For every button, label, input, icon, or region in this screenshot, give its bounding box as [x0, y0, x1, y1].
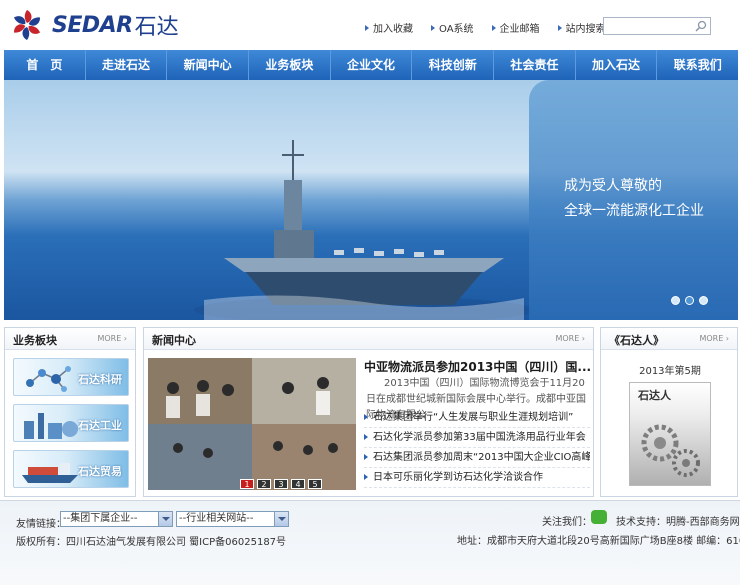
business-research-label: 石达科研 [78, 373, 122, 386]
news-item-2[interactable]: 石达化学派员参加第33届中国洗涤用品行业年会 [364, 428, 590, 448]
nav-business[interactable]: 业务板块 [249, 50, 331, 80]
wechat-icon[interactable] [591, 510, 607, 524]
thumb-2[interactable]: 2 [257, 479, 271, 489]
news-item-1[interactable]: 石达集团举行“人生发展与职业生涯规划培训” [364, 408, 590, 428]
business-industry-button[interactable]: 石达工业 [13, 404, 129, 442]
friendly-links-label: 友情链接： [16, 519, 66, 530]
copyright-text: 版权所有：四川石达油气发展有限公司 蜀ICP备06025187号 [16, 537, 287, 548]
site-search-label[interactable]: 站内搜索 [558, 20, 606, 35]
industry-sites-select[interactable]: --行业相关网站-- [176, 511, 289, 527]
slide-dot-2[interactable] [685, 296, 694, 305]
magazine-panel-title: 《石达人》 [609, 334, 664, 347]
chevron-down-icon[interactable] [158, 512, 172, 526]
business-panel: 业务板块 MORE 石达科研 石达工业 石达贸易 [4, 327, 136, 497]
main-nav: 首 页 走进石达 新闻中心 业务板块 企业文化 科技创新 社会责任 加入石达 联… [4, 50, 738, 80]
business-trade-label: 石达贸易 [78, 465, 122, 478]
follow-us-label: 关注我们： [542, 517, 592, 528]
magazine-issue: 2013年第5期 [639, 366, 701, 377]
ship-icon [22, 463, 78, 483]
logo[interactable]: SEDAR 石达 [10, 8, 179, 42]
magazine-more-link[interactable]: MORE [699, 334, 729, 343]
footer: 友情链接： --集团下属企业-- --行业相关网站-- 版权所有：四川石达油气发… [0, 500, 740, 585]
business-more-link[interactable]: MORE [97, 334, 127, 343]
oa-system-link[interactable]: OA系统 [431, 20, 474, 35]
business-research-button[interactable]: 石达科研 [13, 358, 129, 396]
nav-news[interactable]: 新闻中心 [167, 50, 250, 80]
gears-icon [641, 424, 700, 477]
header: SEDAR 石达 加入收藏 OA系统 企业邮箱 站内搜索 [0, 0, 740, 50]
news-photo-thumbs: 1 2 3 4 5 [240, 479, 322, 489]
thumb-1[interactable]: 1 [240, 479, 254, 489]
news-more-link[interactable]: MORE [555, 334, 585, 343]
nav-home[interactable]: 首 页 [4, 50, 86, 80]
news-item-4[interactable]: 日本可乐丽化学到访石达化学洽谈合作 [364, 468, 590, 488]
business-industry-label: 石达工业 [78, 419, 122, 432]
industry-sites-select-value: --行业相关网站-- [179, 513, 254, 524]
banner-slogan-line2: 全球一流能源化工企业 [564, 203, 704, 219]
logo-chinese-text: 石达 [134, 15, 179, 40]
news-item-3[interactable]: 石达集团派员参加周末“2013中国大企业CIO高峰论 [364, 448, 590, 468]
business-panel-header: 业务板块 MORE [5, 328, 135, 350]
factory-icon [24, 413, 78, 439]
molecule-icon [26, 366, 71, 392]
magazine-cover[interactable]: 石达人 [629, 382, 711, 486]
group-companies-select[interactable]: --集团下属企业-- [60, 511, 173, 527]
news-photo[interactable]: 1 2 3 4 5 [148, 358, 356, 490]
search-icon[interactable] [694, 19, 708, 33]
logo-text: SEDAR [52, 12, 133, 38]
nav-innovation[interactable]: 科技创新 [412, 50, 495, 80]
magazine-panel: 《石达人》 MORE 2013年第5期 石达人 [600, 327, 738, 497]
news-panel: 新闻中心 MORE 1 2 3 4 5 中亚物流派员参加2013中国（四川）国.… [143, 327, 594, 497]
news-headline[interactable]: 中亚物流派员参加2013中国（四川）国... [364, 358, 591, 375]
company-mail-link[interactable]: 企业邮箱 [492, 20, 540, 35]
news-panel-title: 新闻中心 [152, 334, 196, 347]
hero-banner[interactable]: 成为受人尊敬的 全球一流能源化工企业 [4, 80, 738, 320]
chevron-down-icon[interactable] [274, 512, 288, 526]
aircraft-carrier-image [194, 140, 534, 320]
business-trade-button[interactable]: 石达贸易 [13, 450, 129, 488]
nav-contact[interactable]: 联系我们 [657, 50, 738, 80]
news-list: 石达集团举行“人生发展与职业生涯规划培训” 石达化学派员参加第33届中国洗涤用品… [364, 408, 590, 488]
add-favorite-link[interactable]: 加入收藏 [365, 20, 413, 35]
nav-about[interactable]: 走进石达 [86, 50, 168, 80]
thumb-5[interactable]: 5 [308, 479, 322, 489]
nav-join[interactable]: 加入石达 [576, 50, 658, 80]
thumb-3[interactable]: 3 [274, 479, 288, 489]
search-input[interactable] [603, 17, 711, 35]
news-photo-image [148, 358, 356, 490]
slide-dot-1[interactable] [671, 296, 680, 305]
business-panel-title: 业务板块 [13, 334, 57, 347]
banner-slogan-line1: 成为受人尊敬的 [564, 178, 662, 194]
nav-responsibility[interactable]: 社会责任 [494, 50, 576, 80]
magazine-panel-header: 《石达人》 MORE [601, 328, 737, 350]
sedar-logo-icon [14, 10, 40, 40]
slide-dot-3[interactable] [699, 296, 708, 305]
slide-dots [671, 296, 708, 305]
top-links: 加入收藏 OA系统 企业邮箱 站内搜索 [365, 20, 606, 35]
tech-support-text[interactable]: 技术支持：明腾-西部商务网 [616, 513, 740, 528]
thumb-4[interactable]: 4 [291, 479, 305, 489]
group-companies-select-value: --集团下属企业-- [63, 513, 138, 524]
news-panel-header: 新闻中心 MORE [144, 328, 593, 350]
nav-culture[interactable]: 企业文化 [331, 50, 413, 80]
address-text: 地址：成都市天府大道北段20号高新国际广场B座8楼 邮编：610041 [457, 536, 740, 547]
